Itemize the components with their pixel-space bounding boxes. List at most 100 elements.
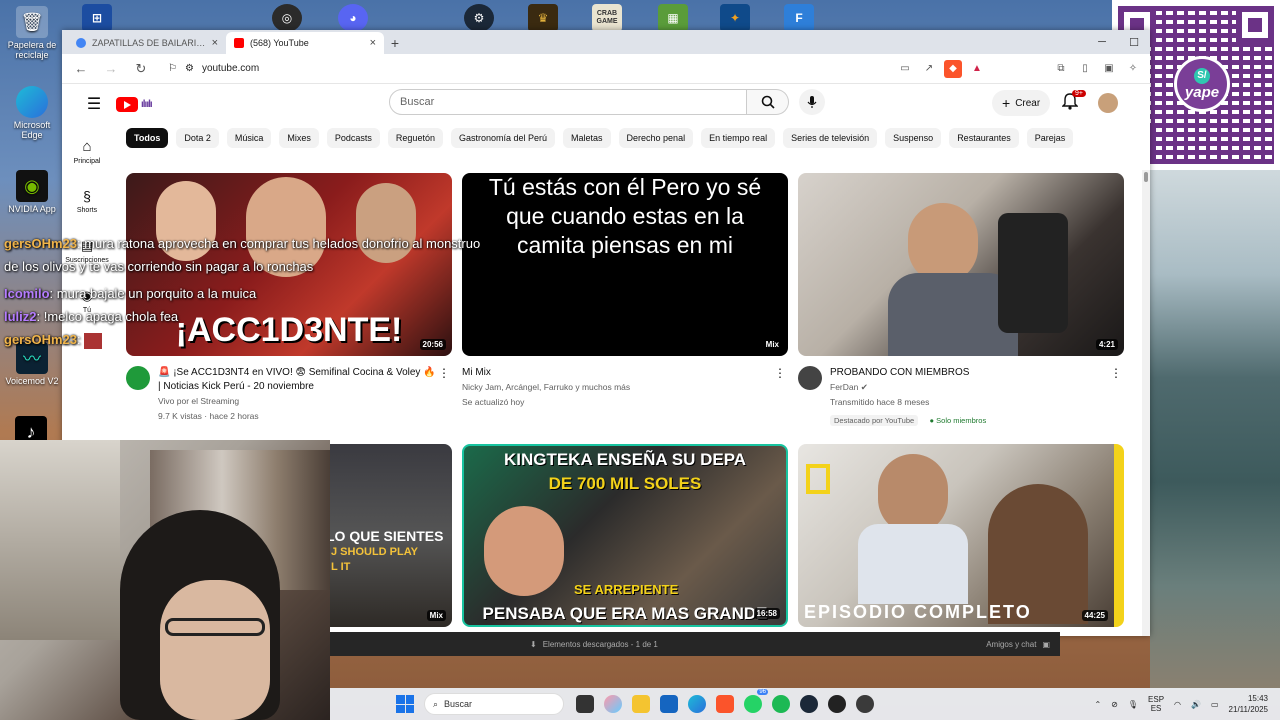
video-card[interactable]: 4:21 PROBANDO CON MIEMBROS FerDan ✔ Tran… — [798, 173, 1124, 426]
desktop-icon-recycle-bin[interactable]: 🗑 Papelera de reciclaje — [2, 6, 62, 60]
minecraft-icon[interactable]: ▦ — [658, 4, 688, 32]
channel-name[interactable]: FerDan ✔ — [830, 380, 1110, 395]
minimize-icon[interactable]: ─ — [1086, 30, 1118, 54]
chip[interactable]: Suspenso — [885, 128, 942, 148]
more-options-icon[interactable]: ⋮ — [438, 366, 450, 380]
volume-icon[interactable]: 🔊 — [1191, 700, 1201, 709]
video-title[interactable]: 🚨 ¡Se ACC1D3NT4 en VIVO! 😨 Semifinal Coc… — [158, 366, 438, 394]
brave-shields-icon[interactable]: ◆ — [944, 59, 962, 78]
video-thumbnail[interactable]: EPISODIO COMPLETO 44:25 — [798, 444, 1124, 627]
site-info-icon[interactable]: ⚙ — [185, 63, 194, 74]
chip[interactable]: Gastronomía del Perú — [450, 128, 556, 148]
video-card[interactable]: KINGTEKA ENSEÑA SU DEPA DE 700 MIL SOLES… — [462, 444, 788, 627]
battery-icon[interactable]: ▭ — [1211, 700, 1219, 709]
cast-icon[interactable]: ▭ — [896, 60, 914, 78]
edge-icon[interactable] — [688, 695, 706, 713]
app-icon[interactable] — [856, 695, 874, 713]
file-explorer-icon[interactable] — [632, 695, 650, 713]
chip[interactable]: Series de televisión — [783, 128, 878, 148]
chip[interactable]: Dota 2 — [176, 128, 219, 148]
forward-icon[interactable]: → — [100, 58, 122, 80]
obs-icon[interactable]: ◎ — [272, 4, 302, 32]
scrollbar-thumb[interactable] — [1144, 172, 1148, 182]
menu-icon[interactable]: ☰ — [74, 94, 114, 114]
chip[interactable]: Restaurantes — [949, 128, 1019, 148]
chip[interactable]: Podcasts — [326, 128, 380, 148]
video-title[interactable]: PROBANDO CON MIEMBROS — [830, 366, 1110, 380]
bookmark-icon[interactable]: ⚐ — [168, 63, 177, 74]
youtube-logo[interactable]: ılıılı — [116, 96, 153, 112]
account-avatar[interactable] — [1098, 93, 1118, 113]
chip[interactable]: Música — [226, 128, 272, 148]
search-input[interactable]: Buscar — [389, 89, 747, 115]
mic-icon[interactable]: 🎙 — [1128, 700, 1138, 709]
store-icon[interactable] — [660, 695, 678, 713]
task-view-icon[interactable] — [576, 695, 594, 713]
copilot-icon[interactable] — [604, 695, 622, 713]
screenshot-icon[interactable]: ⧉ — [1052, 60, 1070, 78]
notifications-button[interactable]: 9+ — [1061, 90, 1086, 114]
discord-icon[interactable]: ◕ — [338, 4, 368, 32]
windows-start-icon[interactable] — [396, 695, 414, 713]
language-indicator[interactable]: ESP ES — [1148, 695, 1164, 713]
wallet-icon[interactable]: ▣ — [1100, 60, 1118, 78]
more-options-icon[interactable]: ⋮ — [774, 366, 786, 380]
video-thumbnail[interactable]: KINGTEKA ENSEÑA SU DEPA DE 700 MIL SOLES… — [462, 444, 788, 627]
crab-game-icon[interactable]: CRAB GAME — [592, 4, 622, 32]
whatsapp-icon[interactable]: 96 — [744, 689, 768, 713]
taskbar-search[interactable]: ⌕ Buscar — [424, 693, 564, 715]
close-tab-icon[interactable]: × — [370, 37, 376, 49]
counter-strike-icon[interactable]: ✦ — [720, 4, 750, 32]
clock[interactable]: 15:43 21/11/2025 — [1229, 693, 1268, 715]
chip[interactable]: Parejas — [1026, 128, 1074, 148]
fortnite-icon[interactable]: F — [784, 4, 814, 32]
channel-avatar[interactable] — [798, 366, 822, 390]
voice-search-button[interactable] — [799, 89, 825, 115]
spotify-icon[interactable] — [772, 695, 790, 713]
sidebar-item-shorts[interactable]: § Shorts — [62, 176, 112, 226]
wifi-icon[interactable]: ◠ — [1174, 700, 1181, 709]
leo-ai-icon[interactable]: ✧ — [1124, 60, 1142, 78]
friends-chat-label[interactable]: Amigos y chat — [986, 640, 1036, 649]
brave-icon[interactable] — [716, 695, 734, 713]
more-options-icon[interactable]: ⋮ — [1110, 366, 1122, 380]
reload-icon[interactable]: ↻ — [130, 58, 152, 80]
back-icon[interactable]: ← — [70, 58, 92, 80]
video-title[interactable]: Mi Mix — [462, 366, 774, 380]
maximize-icon[interactable]: ☐ — [1118, 30, 1150, 54]
video-card[interactable]: EPISODIO COMPLETO 44:25 — [798, 444, 1124, 627]
steam-icon[interactable]: ⚙ — [464, 4, 494, 32]
tab-zapatillas[interactable]: ZAPATILLAS DE BAILARIN DE TIJERAS × — [68, 32, 226, 54]
chevron-up-icon[interactable]: ⌃ — [1094, 700, 1101, 709]
close-tab-icon[interactable]: × — [212, 37, 218, 49]
create-button[interactable]: + Crear — [992, 90, 1051, 116]
address-bar[interactable]: ⚐ ⚙ youtube.com — [160, 58, 880, 80]
desktop-icon-nvidia[interactable]: ◉ NVIDIA App — [2, 170, 62, 214]
steam-icon[interactable] — [800, 695, 818, 713]
obs-shortcut-icon[interactable]: ⊞ — [82, 4, 112, 32]
brave-rewards-icon[interactable]: ▲ — [968, 60, 986, 78]
chip-todos[interactable]: Todos — [126, 128, 169, 148]
video-card[interactable]: Tú estás con él Pero yo sé que cuando es… — [462, 173, 788, 410]
chip[interactable]: Reguetón — [387, 128, 443, 148]
video-thumbnail[interactable]: Tú estás con él Pero yo sé que cuando es… — [462, 173, 788, 356]
sidebar-icon[interactable]: ▯ — [1076, 60, 1094, 78]
chip[interactable]: En tiempo real — [701, 128, 776, 148]
obs-icon[interactable] — [828, 695, 846, 713]
network-off-icon[interactable]: ⊘ — [1111, 700, 1118, 709]
chip[interactable]: Mixes — [279, 128, 319, 148]
share-icon[interactable]: ↗ — [920, 60, 938, 78]
game-icon[interactable]: ♛ — [528, 4, 558, 32]
downloads-text[interactable]: Elementos descargados - 1 de 1 — [543, 640, 658, 649]
chat-icon[interactable]: ▣ — [1042, 640, 1050, 649]
new-tab-button[interactable]: + — [384, 32, 406, 54]
search-button[interactable] — [747, 89, 789, 115]
page-scrollbar[interactable] — [1142, 170, 1150, 636]
sidebar-item-home[interactable]: ⌂ Principal — [62, 126, 112, 176]
channel-name[interactable]: Vivo por el Streaming — [158, 394, 438, 409]
tab-youtube[interactable]: (568) YouTube × — [226, 32, 384, 54]
chip[interactable]: Maletas — [563, 128, 611, 148]
desktop-icon-edge[interactable]: Microsoft Edge — [2, 86, 62, 140]
channel-avatar[interactable] — [126, 366, 150, 390]
chip[interactable]: Derecho penal — [618, 128, 694, 148]
